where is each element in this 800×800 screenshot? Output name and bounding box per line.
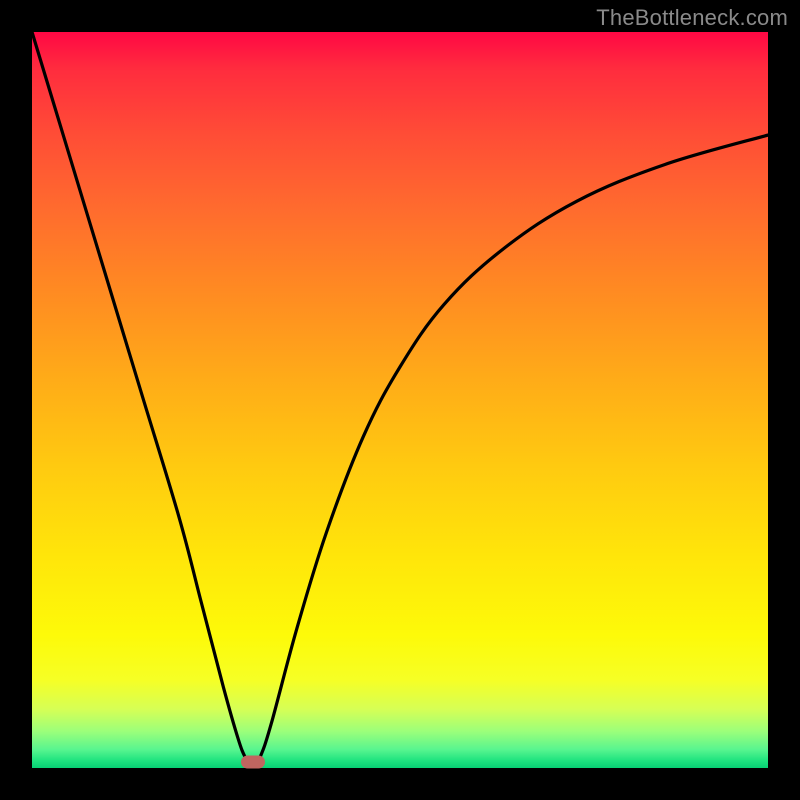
bottleneck-curve xyxy=(32,32,768,768)
chart-frame: TheBottleneck.com xyxy=(0,0,800,800)
plot-area xyxy=(32,32,768,768)
optimum-marker xyxy=(241,756,265,769)
watermark-text: TheBottleneck.com xyxy=(596,5,788,31)
